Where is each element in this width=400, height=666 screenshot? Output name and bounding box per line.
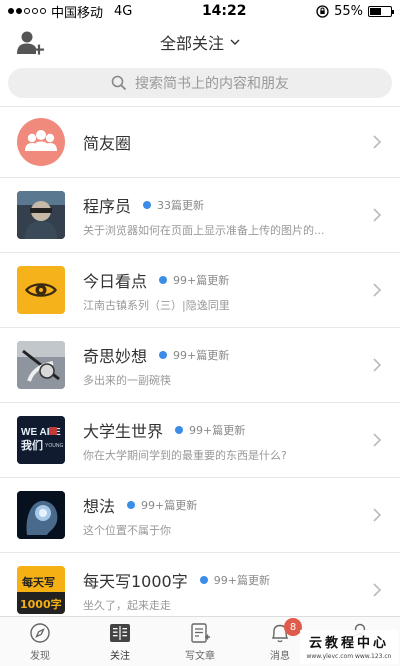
battery-percent: 55% [334, 3, 363, 19]
follow-filter-dropdown[interactable]: 全部关注 [160, 30, 240, 54]
row-subtitle: 坐久了，起来走走 [83, 598, 171, 612]
update-dot [159, 275, 168, 284]
collection-avatar [17, 191, 65, 239]
meitianxie-text: 每天写 [22, 575, 55, 589]
carrier-label: 中国移动 [51, 5, 104, 21]
search-wrap: 搜索简书上的内容和朋友 [0, 62, 400, 106]
update-dot [175, 425, 184, 434]
collection-avatar: 每天写 1000字 [17, 566, 65, 614]
collection-avatar [17, 341, 65, 389]
row-title-line: 今日看点 99+篇更新 [83, 268, 364, 292]
list-item-collection[interactable]: 今日看点 99+篇更新 江南古镇系列（三）|隐逸同里 [0, 253, 400, 328]
status-left: 中国移动 4G [8, 2, 132, 21]
chevron-down-icon [230, 39, 240, 45]
status-time: 14:22 [201, 3, 247, 19]
eye-logo-icon [17, 266, 65, 314]
list-item-collection[interactable]: 奇思妙想 99+篇更新 多出来的一副碗筷 [0, 328, 400, 403]
chevron-right-icon [373, 508, 382, 522]
write-icon [191, 622, 210, 643]
women-text: 我们 [21, 438, 43, 452]
add-friend-icon[interactable] [16, 29, 46, 57]
search-icon [111, 75, 127, 91]
row-body: 程序员 33篇更新 关于浏览器如何在页面上显示准备上传的图片的... [83, 193, 364, 238]
row-title-line: 奇思妙想 99+篇更新 [83, 343, 364, 367]
brain-avatar [17, 491, 65, 539]
row-title-line: 程序员 33篇更新 [83, 193, 364, 217]
update-count: 99+篇更新 [173, 348, 230, 362]
chevron-right-icon [373, 135, 382, 149]
page-title: 全部关注 [159, 34, 224, 53]
status-right: 55% [316, 3, 394, 19]
young-text: YOUNG [45, 443, 63, 449]
row-body: 今日看点 99+篇更新 江南古镇系列（三）|隐逸同里 [83, 268, 364, 313]
row-title: 每天写1000字 [83, 571, 188, 591]
row-body: 想法 99+篇更新 这个位置不属于你 [83, 493, 364, 538]
row-body: 大学生世界 99+篇更新 你在大学期间学到的最重要的东西是什么? [83, 418, 364, 463]
row-body: 奇思妙想 99+篇更新 多出来的一副碗筷 [83, 343, 364, 388]
watermark: 云教程中心 www.ylevc.com www.123.cn [300, 630, 398, 664]
tab-discover[interactable]: 发现 [0, 617, 80, 666]
update-count: 33篇更新 [157, 198, 205, 212]
tab-label: 写文章 [185, 650, 215, 662]
tab-following[interactable]: 关注 [80, 617, 160, 666]
row-title: 奇思妙想 [83, 346, 148, 366]
friend-circle-icon [17, 118, 65, 166]
row-title-line: 大学生世界 99+篇更新 [83, 418, 364, 442]
tab-label: 消息 [270, 650, 290, 662]
chevron-right-icon [373, 283, 382, 297]
row-body: 每天写1000字 99+篇更新 坐久了，起来走走 [83, 568, 364, 613]
update-dot [199, 575, 208, 584]
row-subtitle: 这个位置不属于你 [83, 523, 171, 537]
collection-avatar: WE ARE 我们 YOUNG [17, 416, 65, 464]
chevron-right-icon [373, 433, 382, 447]
row-subtitle: 多出来的一副碗筷 [83, 373, 171, 387]
battery-icon [367, 5, 394, 17]
row-title-line: 每天写1000字 99+篇更新 [83, 568, 364, 592]
row-title: 大学生世界 [83, 421, 164, 441]
search-placeholder: 搜索简书上的内容和朋友 [135, 76, 289, 92]
row-subtitle: 江南古镇系列（三）|隐逸同里 [83, 298, 230, 312]
tab-write[interactable]: 写文章 [160, 617, 240, 666]
update-count: 99+篇更新 [141, 498, 198, 512]
network-label: 4G [114, 3, 133, 19]
list-item-collection[interactable]: 想法 99+篇更新 这个位置不属于你 [0, 478, 400, 553]
row-title: 想法 [83, 496, 116, 516]
rotation-lock-icon [316, 4, 329, 18]
list-item-collection[interactable]: WE ARE 我们 YOUNG 大学生世界 99+篇更新 你在大学期间学到的最重… [0, 403, 400, 478]
row-title: 简友圈 [83, 134, 132, 153]
qianzi-text: 1000字 [20, 597, 62, 611]
search-input[interactable]: 搜索简书上的内容和朋友 [8, 68, 392, 98]
row-title: 程序员 [83, 196, 132, 216]
update-count: 99+篇更新 [173, 273, 230, 287]
row-title-line: 想法 99+篇更新 [83, 493, 364, 517]
update-count: 99+篇更新 [213, 573, 270, 587]
row-title: 今日看点 [83, 271, 148, 291]
chevron-right-icon [373, 208, 382, 222]
watermark-main: 云教程中心 [308, 636, 389, 651]
compass-icon [30, 622, 50, 643]
row-subtitle: 关于浏览器如何在页面上显示准备上传的图片的... [83, 223, 325, 237]
list-item-collection[interactable]: 程序员 33篇更新 关于浏览器如何在页面上显示准备上传的图片的... [0, 178, 400, 253]
chevron-right-icon [373, 583, 382, 597]
chevron-right-icon [373, 358, 382, 372]
update-count: 99+篇更新 [189, 423, 246, 437]
signal-icon [8, 8, 46, 14]
row-body: 简友圈 [83, 130, 364, 154]
update-dot [159, 350, 168, 359]
status-bar: 中国移动 4G 14:22 55% [0, 0, 400, 22]
watermark-sub: www.ylevc.com www.123.cn [306, 653, 392, 660]
row-subtitle: 你在大学期间学到的最重要的东西是什么? [83, 448, 287, 462]
book-icon [110, 623, 130, 642]
tab-label: 发现 [30, 650, 50, 662]
update-dot [143, 200, 152, 209]
list-item-friend-circle[interactable]: 简友圈 [0, 107, 400, 178]
update-dot [127, 500, 136, 509]
header: 全部关注 [0, 22, 400, 62]
tab-label: 关注 [110, 650, 130, 662]
follow-list: 简友圈 程序员 33篇更新 关于浏览器如何在页面上显示准备上传的图片的... 今… [0, 106, 400, 628]
